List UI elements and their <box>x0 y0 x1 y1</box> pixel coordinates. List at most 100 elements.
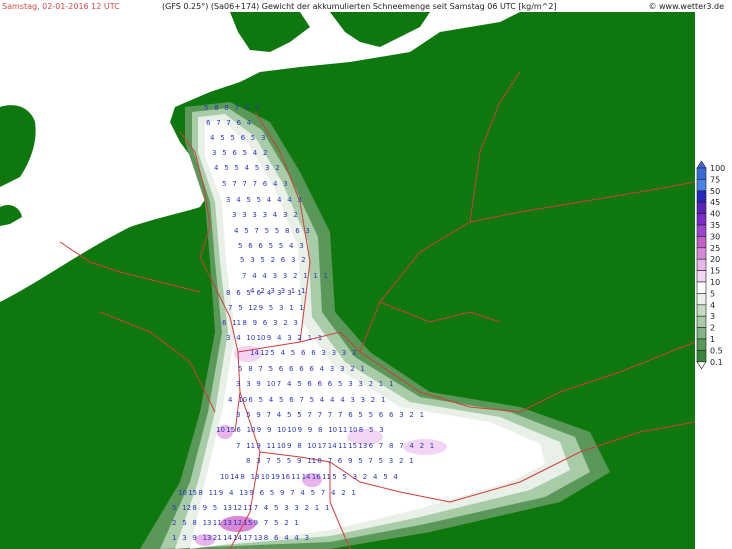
snow-value: 6 <box>241 134 246 142</box>
snow-value: 6 <box>248 242 253 250</box>
snow-value: 8 <box>214 104 218 112</box>
legend-swatch <box>696 270 707 283</box>
snow-value: 3 <box>283 211 287 219</box>
snow-value: 5 <box>244 227 248 235</box>
snow-value: 8 <box>389 442 393 450</box>
snow-value: 6 <box>236 289 241 297</box>
snow-value: 9 <box>308 426 312 434</box>
legend-swatch <box>696 236 707 249</box>
legend-label: 50 <box>710 187 720 196</box>
snow-value: 12 <box>233 504 242 512</box>
snow-value: 6 <box>338 457 343 465</box>
snow-value: 5 <box>297 411 301 419</box>
snow-value: 4 <box>277 196 282 204</box>
snow-value: 3 <box>330 365 334 373</box>
snow-value: 14 <box>233 534 242 542</box>
snow-value: 10 <box>216 426 225 434</box>
legend-swatch <box>696 201 707 214</box>
snow-value: 5 <box>287 411 291 419</box>
legend-swatch <box>696 350 707 363</box>
snow-value: 2 <box>341 489 345 497</box>
snow-value: 11 <box>307 457 316 465</box>
snow-value: 13 <box>223 504 232 512</box>
snow-value: 6 <box>248 396 253 404</box>
snow-value: 1 <box>289 304 293 312</box>
snow-value: 12 <box>233 519 242 527</box>
snow-value: 5 <box>269 304 273 312</box>
snow-value: 8 <box>242 319 246 327</box>
snow-value: 3 <box>283 272 287 280</box>
snow-value: 1 <box>297 289 301 297</box>
snow-value: 6 <box>369 442 374 450</box>
snow-value: 2 <box>283 319 287 327</box>
snow-value: 10 <box>246 334 255 342</box>
snow-value: 6 <box>206 119 211 127</box>
snow-value: 9 <box>287 442 291 450</box>
legend-swatch <box>696 327 707 340</box>
snow-value: 2 <box>399 457 403 465</box>
snow-value: 10 <box>328 426 337 434</box>
snow-value: 9 <box>348 457 352 465</box>
snow-value: 11 <box>232 319 241 327</box>
snow-value: 2 <box>263 149 267 157</box>
snow-value: 15 <box>243 519 252 527</box>
snow-value: 8 <box>192 504 196 512</box>
snow-value: 11 <box>243 504 252 512</box>
snow-value: 8 <box>317 457 321 465</box>
snow-value: 1 <box>318 334 322 342</box>
snow-value: 9 <box>249 489 253 497</box>
snow-value: 7 <box>338 411 342 419</box>
snow-value: 6 <box>328 380 333 388</box>
snow-value: 7 <box>254 227 258 235</box>
snow-value: 5 <box>342 473 346 481</box>
snow-value: 2 <box>275 164 279 172</box>
snow-value: 6 <box>389 411 394 419</box>
legend-label: 15 <box>710 267 720 276</box>
snow-value: 14 <box>230 473 239 481</box>
snow-value: 7 <box>236 442 240 450</box>
snow-value: 7 <box>232 180 236 188</box>
snow-value: 6 <box>295 227 300 235</box>
snow-value: 3 <box>250 256 254 264</box>
snow-value: 4 <box>236 334 241 342</box>
snow-value: 6 <box>263 180 268 188</box>
snow-value: 10 <box>277 442 286 450</box>
snow-value: 7 <box>399 442 403 450</box>
snow-value: 12 <box>182 504 191 512</box>
snow-value: 2 <box>172 519 176 527</box>
snow-value: 3 <box>242 211 246 219</box>
snow-value: 4 <box>393 473 398 481</box>
snow-value: 15 <box>226 426 235 434</box>
snow-value: 2 <box>293 211 297 219</box>
copyright-label: © www.wetter3.de <box>648 2 724 11</box>
snow-value: 3 <box>305 227 309 235</box>
snow-value: 5 <box>240 256 244 264</box>
snow-value: 10 <box>287 426 296 434</box>
legend-label: 45 <box>710 198 720 207</box>
legend-label: 2 <box>710 324 715 333</box>
snow-value: 7 <box>318 411 322 419</box>
legend-max-arrow <box>696 160 707 169</box>
snow-value: 7 <box>253 180 257 188</box>
snow-value: 5 <box>369 426 373 434</box>
snow-value: 1 <box>379 380 383 388</box>
snow-value: 2 <box>371 396 375 404</box>
snow-value: 1 <box>325 504 329 512</box>
snow-value: 3 <box>246 380 250 388</box>
legend-swatch <box>696 258 707 271</box>
snow-value: 5 <box>310 396 314 404</box>
snow-value: 15 <box>188 489 197 497</box>
snow-value: 3 <box>379 426 383 434</box>
header-bar: Samstag, 02-01-2016 12 UTC (GFS 0.25°) (… <box>0 0 732 12</box>
snow-value: 3 <box>361 396 365 404</box>
snow-value: 3 <box>236 411 240 419</box>
snow-value: 7 <box>368 457 372 465</box>
snow-value: 5 <box>251 134 255 142</box>
snow-value: 3 <box>226 334 230 342</box>
legend-swatch <box>696 338 707 351</box>
snow-value: 6 <box>274 534 279 542</box>
snow-value: 13 <box>358 442 367 450</box>
snow-value: 5 <box>332 473 336 481</box>
snow-value: 8 <box>297 442 301 450</box>
snow-value: 1 <box>308 334 312 342</box>
